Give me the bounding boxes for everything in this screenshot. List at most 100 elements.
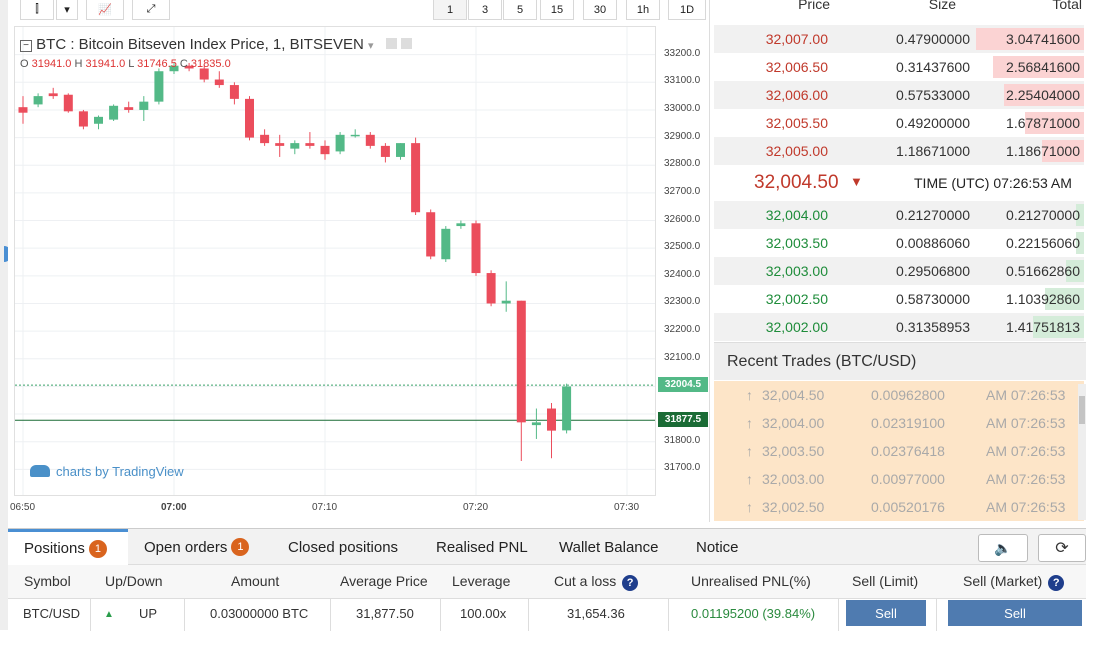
interval-button-15[interactable]: 15 <box>540 0 574 20</box>
ask-row[interactable]: 32,007.00 0.47900000 3.04741600 <box>714 25 1084 53</box>
tab-closed-positions[interactable]: Closed positions <box>288 529 398 565</box>
bid-row[interactable]: 32,004.00 0.21270000 0.21270000 <box>714 201 1084 229</box>
tab-notice[interactable]: Notice <box>696 529 739 565</box>
col-sell-limit: Sell (Limit) <box>852 573 919 589</box>
trade-time: AM 07:26:53 <box>986 471 1066 487</box>
bid-row[interactable]: 32,002.50 0.58730000 1.10392860 <box>714 285 1084 313</box>
ask-price: 32,006.50 <box>765 59 828 75</box>
ask-row[interactable]: 32,006.50 0.31437600 2.56841600 <box>714 53 1084 81</box>
cell-unrealised-pnl: 0.01195200 (39.84%) <box>691 606 816 621</box>
sound-button[interactable]: 🔈 <box>978 534 1028 562</box>
bid-price: 32,002.50 <box>765 291 828 307</box>
interval-button-1d[interactable]: 1D <box>668 0 706 20</box>
current-price-tag: 32004.5 <box>658 376 708 392</box>
table-header <box>8 565 1086 599</box>
ask-row[interactable]: 32,005.00 1.18671000 1.18671000 <box>714 137 1084 165</box>
bid-total: 1.10392860 <box>1006 291 1080 307</box>
trades-scrollbar[interactable] <box>1078 384 1086 520</box>
ask-row[interactable]: 32,005.50 0.49200000 1.67871000 <box>714 109 1084 137</box>
trade-time: AM 07:26:53 <box>986 387 1066 403</box>
help-icon[interactable]: ? <box>622 575 639 591</box>
interval-button-3[interactable]: 3 <box>468 0 502 20</box>
trade-size: 0.02376418 <box>871 443 945 459</box>
price-axis-label: 32300.0 <box>664 296 701 308</box>
refresh-button[interactable]: ⟳ <box>1038 534 1086 562</box>
tab-wallet-balance[interactable]: Wallet Balance <box>559 529 659 565</box>
trade-row: ↑ 32,004.50 0.00962800 AM 07:26:53 <box>714 381 1084 409</box>
candle-body <box>245 98 254 138</box>
interval-button-1[interactable]: 1 <box>433 0 467 20</box>
tab-open-orders[interactable]: Open orders 1 <box>144 529 250 565</box>
tradingview-watermark[interactable]: charts by TradingView <box>30 464 184 479</box>
bid-row[interactable]: 32,003.50 0.00886060 0.22156060 <box>714 229 1084 257</box>
indicators-button[interactable]: 📈 <box>86 0 124 20</box>
ask-price: 32,007.00 <box>765 31 828 47</box>
candle-body <box>94 116 103 124</box>
bid-row[interactable]: 32,002.00 0.31358953 1.41751813 <box>714 313 1084 341</box>
close-icon[interactable] <box>400 38 412 49</box>
sell-market-button[interactable]: Sell <box>948 600 1082 626</box>
up-arrow-icon: ▲ <box>104 609 114 620</box>
candle-style-icon: ⫿ <box>35 3 39 15</box>
candle-body <box>199 68 209 80</box>
ask-size: 0.49200000 <box>896 115 970 131</box>
bid-price: 32,003.50 <box>765 235 828 251</box>
col-cut-loss-label: Cut a loss <box>554 573 617 589</box>
candle-body <box>154 71 164 102</box>
chart-plot-area[interactable] <box>14 26 656 496</box>
ask-size: 0.31437600 <box>896 59 970 75</box>
symbol-title[interactable]: BTC : Bitcoin Bitseven Index Price, 1, B… <box>36 36 364 53</box>
candle-body <box>33 96 43 105</box>
price-axis-label: 31800.0 <box>664 434 701 446</box>
tab-realised-pnl[interactable]: Realised PNL <box>436 529 528 565</box>
trade-price: 32,004.00 <box>762 415 825 431</box>
interval-button-30[interactable]: 30 <box>583 0 617 20</box>
positions-panel: Positions 1 Open orders 1 Closed positions… <box>8 528 1086 631</box>
time-axis-label: 07:10 <box>312 502 338 513</box>
last-price: 32,004.50 <box>754 172 839 193</box>
tab-positions[interactable]: Positions 1 <box>8 529 128 565</box>
left-edge-handle[interactable] <box>0 0 8 630</box>
collapse-legend-icon[interactable]: − <box>20 40 32 52</box>
interval-button-1h[interactable]: 1h <box>626 0 660 20</box>
ask-total: 2.25404000 <box>1006 87 1080 103</box>
candle-body <box>426 212 436 257</box>
bid-row[interactable]: 32,003.00 0.29506800 0.51662860 <box>714 257 1084 285</box>
ask-row[interactable]: 32,006.00 0.57533000 2.25404000 <box>714 81 1084 109</box>
candle-body <box>214 79 224 86</box>
candlestick-chart[interactable] <box>15 27 656 496</box>
ask-size: 0.57533000 <box>896 87 970 103</box>
bid-total: 0.51662860 <box>1006 263 1080 279</box>
candle-style-button[interactable]: ⫿ <box>20 0 54 20</box>
trades-scroll-thumb[interactable] <box>1079 396 1085 424</box>
cell-cut-loss[interactable]: 31,654.36 <box>567 606 625 621</box>
trade-row: ↑ 32,002.50 0.00520176 AM 07:26:53 <box>714 493 1084 521</box>
trade-price: 32,003.50 <box>762 443 825 459</box>
bid-total: 0.22156060 <box>1006 235 1080 251</box>
candle-body <box>350 134 360 137</box>
symbol-dropdown-icon[interactable]: ▾ <box>368 40 374 52</box>
trade-price: 32,002.50 <box>762 499 825 515</box>
chart-type-dropdown[interactable]: ▾ <box>56 0 78 20</box>
server-time: TIME (UTC) 07:26:53 AM <box>914 175 1072 191</box>
bid-total: 1.41751813 <box>1006 319 1080 335</box>
col-total-header: Total <box>1052 0 1082 12</box>
col-sell-market: Sell (Market) ? <box>963 573 1065 591</box>
trade-time: AM 07:26:53 <box>986 443 1066 459</box>
help-icon[interactable]: ? <box>1048 575 1065 591</box>
candle-body <box>501 300 511 304</box>
position-price-tag: 31877.5 <box>658 411 708 427</box>
refresh-icon: ⟳ <box>1055 540 1069 557</box>
price-axis-label: 32500.0 <box>664 241 701 253</box>
candle-body <box>260 134 270 144</box>
settings-icon[interactable] <box>385 38 397 49</box>
fullscreen-button[interactable]: ⤢ <box>132 0 170 20</box>
sell-limit-button[interactable]: Sell <box>846 600 926 626</box>
trade-size: 0.00977000 <box>871 471 945 487</box>
tab-open-orders-label: Open orders <box>144 538 228 556</box>
ask-size: 0.47900000 <box>896 31 970 47</box>
candle-body <box>396 143 405 157</box>
interval-button-5[interactable]: 5 <box>503 0 537 20</box>
bid-size: 0.21270000 <box>896 207 970 223</box>
col-unrealised-pnl: Unrealised PNL(%) <box>691 573 811 589</box>
